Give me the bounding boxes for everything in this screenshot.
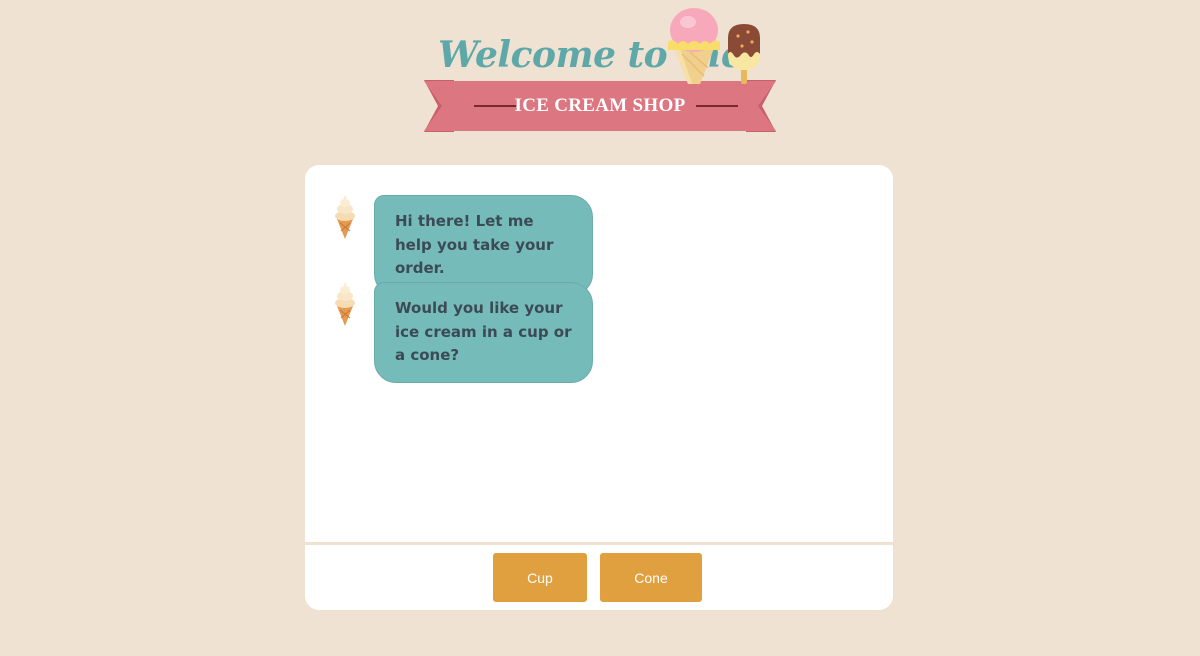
ice-cream-chat-page: Welcome to the ICE CREAM SHOP Hi there! … xyxy=(0,0,1200,656)
bot-message: Hi there! Let me help you take your orde… xyxy=(331,195,593,296)
message-bubble: Hi there! Let me help you take your orde… xyxy=(374,195,593,296)
message-list: Hi there! Let me help you take your orde… xyxy=(305,165,893,542)
cone-option-button[interactable]: Cone xyxy=(600,553,702,602)
shop-name-label: ICE CREAM SHOP xyxy=(514,95,686,116)
bot-message: Would you like your ice cream in a cup o… xyxy=(331,282,593,383)
ice-cream-cone-icon xyxy=(335,282,355,326)
chat-panel: Hi there! Let me help you take your orde… xyxy=(305,165,893,610)
quick-reply-options: Cup Cone xyxy=(305,545,893,610)
ice-cream-cone-icon xyxy=(335,195,355,239)
popsicle-icon xyxy=(728,24,760,84)
scoop-cone-icon xyxy=(668,8,720,84)
cup-option-button[interactable]: Cup xyxy=(493,553,587,602)
shop-logo: Welcome to the ICE CREAM SHOP xyxy=(420,4,780,138)
message-bubble: Would you like your ice cream in a cup o… xyxy=(374,282,593,383)
